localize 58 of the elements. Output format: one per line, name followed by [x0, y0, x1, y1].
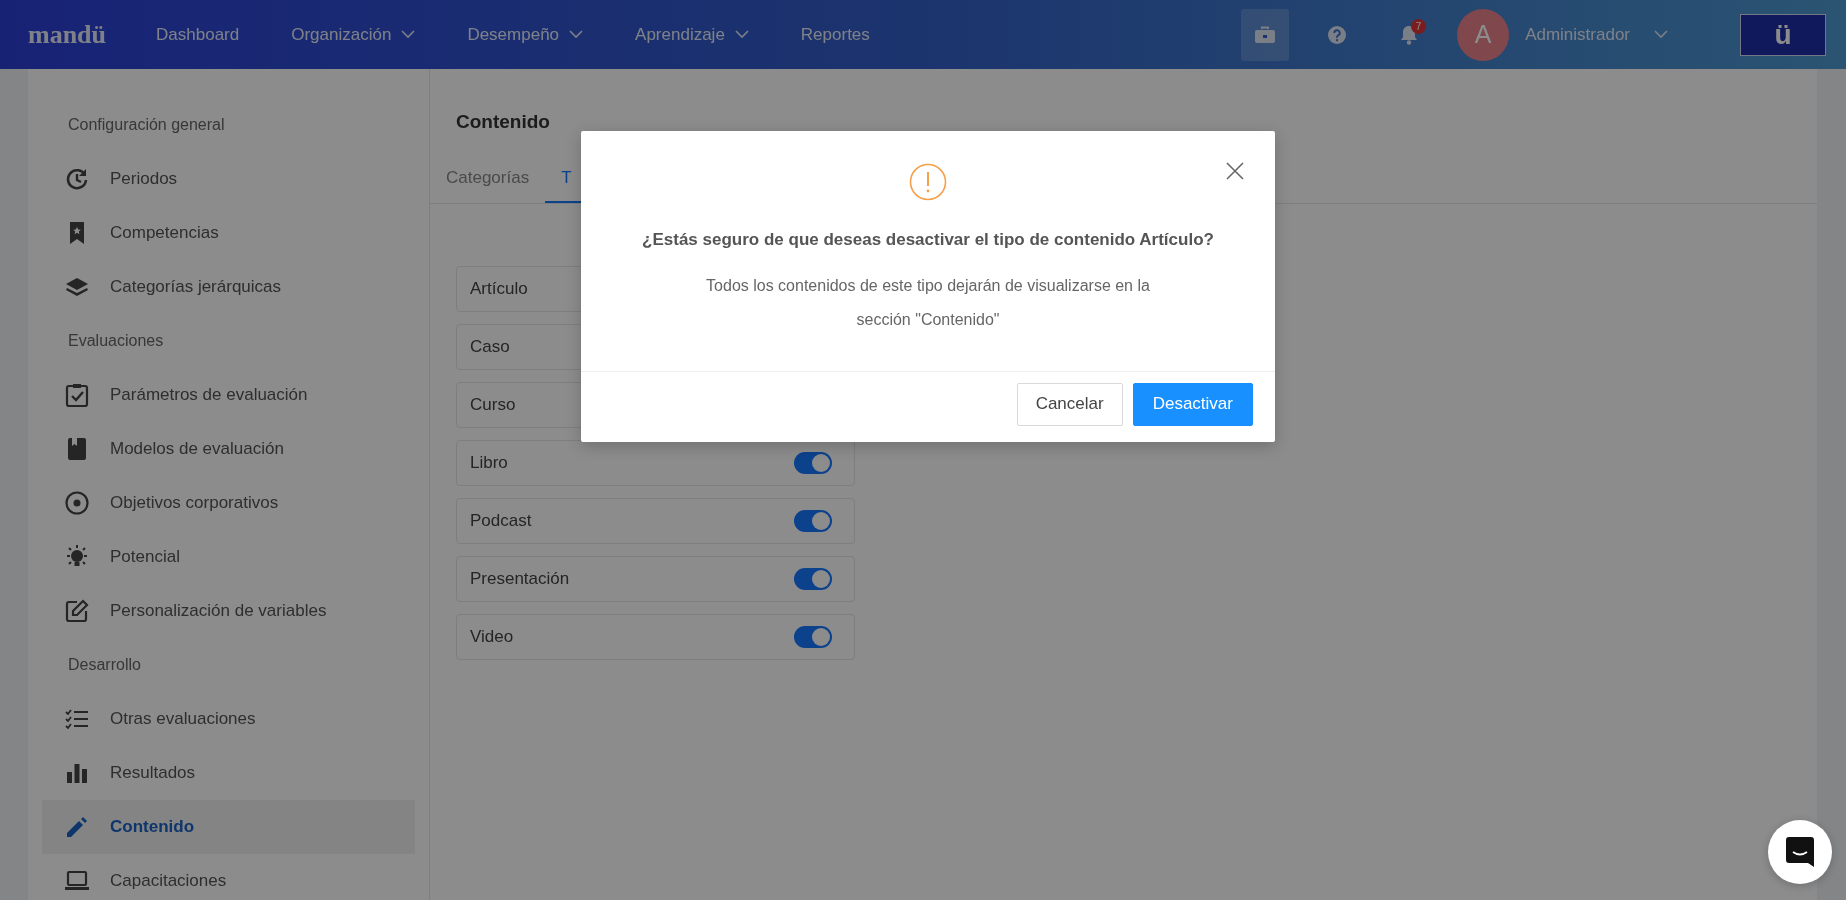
- dialog-title: ¿Estás seguro de que deseas desactivar el tipo de contenido Artículo?: [641, 229, 1215, 251]
- briefcase-icon: [1255, 25, 1276, 44]
- tab[interactable]: Categorías: [430, 154, 546, 203]
- logo[interactable]: mandü: [28, 15, 107, 54]
- toggle-switch[interactable]: [794, 510, 832, 532]
- chevron-down-icon: [401, 30, 416, 39]
- brand-button[interactable]: ü: [1740, 13, 1826, 56]
- notification-badge: 7: [1411, 18, 1427, 34]
- sidebar-item[interactable]: Modelos de evaluación: [42, 422, 415, 476]
- chat-icon: [1786, 837, 1814, 867]
- section-heading: Configuración general: [67, 115, 226, 135]
- type-name: Curso: [470, 394, 516, 417]
- help-icon: [1328, 25, 1347, 44]
- edit-icon: [64, 598, 90, 624]
- type-name: Presentación: [470, 568, 570, 591]
- avatar[interactable]: A: [1457, 8, 1510, 61]
- type-name: Libro: [470, 452, 508, 475]
- notifications-button[interactable]: 7: [1385, 8, 1434, 61]
- sidebar-item[interactable]: Contenido: [42, 800, 415, 854]
- page-title: Contenido: [455, 110, 551, 134]
- chevron-down-icon: [734, 30, 749, 39]
- clipboard-check-icon: [64, 382, 90, 408]
- sidebar-item[interactable]: Parámetros de evaluación: [42, 368, 415, 422]
- sidebar-item[interactable]: Otras evaluaciones: [42, 692, 415, 746]
- nav-link[interactable]: Dashboard: [156, 21, 240, 48]
- type-name: Artículo: [470, 278, 528, 301]
- dialog-message: Todos los contenidos de este tipo dejarán de visualizarse en la sección "Contenido": [705, 275, 1151, 330]
- section-heading: Evaluaciones: [67, 331, 165, 351]
- toggle-switch[interactable]: [794, 452, 832, 474]
- warning-icon: [909, 163, 947, 201]
- type-name: Podcast: [470, 510, 532, 533]
- sidebar-item[interactable]: Competencias: [42, 206, 415, 260]
- cancel-button[interactable]: Cancelar: [1016, 382, 1123, 426]
- pencil-icon: [64, 814, 90, 840]
- nav-link[interactable]: Reportes: [800, 21, 870, 48]
- sidebar-item[interactable]: Capacitaciones: [42, 854, 415, 900]
- deactivate-button[interactable]: Desactivar: [1132, 382, 1253, 426]
- chevron-down-icon: [1654, 30, 1668, 39]
- type-name: Video: [470, 626, 514, 649]
- target-icon: [64, 490, 90, 516]
- history-icon: [64, 166, 90, 192]
- sidebar-item[interactable]: Categorías jerárquicas: [42, 260, 415, 314]
- bell-icon: [1400, 24, 1419, 45]
- section-heading: Desarrollo: [67, 655, 142, 675]
- user-menu[interactable]: Administrador: [1525, 21, 1668, 48]
- sidebar-item[interactable]: Periodos: [42, 152, 415, 206]
- toggle-switch[interactable]: [794, 626, 832, 648]
- close-icon: [1225, 160, 1245, 181]
- sidebar-item[interactable]: Resultados: [42, 746, 415, 800]
- nav-link[interactable]: Desempeño: [467, 21, 584, 48]
- toggle-switch[interactable]: [794, 568, 832, 590]
- sidebar-item[interactable]: Personalización de variables: [42, 584, 415, 638]
- chevron-down-icon: [569, 30, 584, 39]
- type-name: Caso: [470, 336, 510, 359]
- nav-link[interactable]: Aprendizaje: [635, 21, 749, 48]
- sidebar-item[interactable]: Potencial: [42, 530, 415, 584]
- nav-link[interactable]: Organización: [291, 21, 416, 48]
- sidebar-item[interactable]: Objetivos corporativos: [42, 476, 415, 530]
